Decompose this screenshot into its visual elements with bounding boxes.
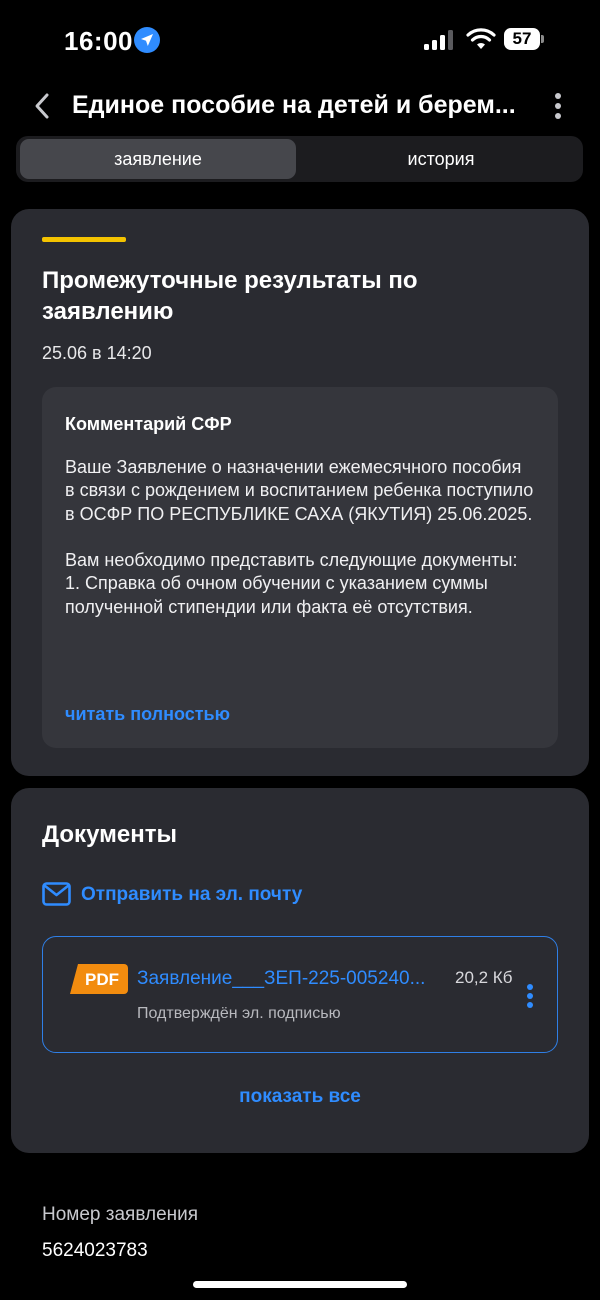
status-title: Промежуточные результаты по заявлению (42, 267, 418, 325)
show-all-link[interactable]: показать все (11, 1086, 589, 1108)
comment-text: Ваше Заявление о назначении ежемесячного… (65, 457, 534, 617)
status-time: 16:00 (64, 26, 133, 56)
status-date: 25.06 в 14:20 (42, 343, 152, 363)
send-email-link[interactable]: Отправить на эл. почту (81, 884, 302, 906)
tab-application[interactable]: заявление (20, 139, 296, 179)
application-number-label: Номер заявления (42, 1204, 199, 1225)
documents-title: Документы (42, 821, 177, 848)
document-file-card[interactable] (42, 936, 558, 1053)
tab-history[interactable]: история (303, 139, 579, 179)
page-title: Единое пособие на детей и берем... (72, 91, 516, 119)
pdf-file-icon: PDF (70, 964, 128, 994)
application-number-value: 5624023783 (42, 1240, 148, 1258)
mail-icon[interactable] (42, 882, 71, 906)
read-more-link[interactable]: читать полностью (65, 704, 230, 725)
battery-icon: 57 (504, 28, 544, 50)
file-name-link[interactable]: Заявление___ЗЕП-225-005240... (137, 968, 442, 990)
comment-title: Комментарий СФР (65, 414, 232, 434)
location-arrow-icon (134, 27, 160, 53)
wifi-icon (466, 28, 496, 49)
more-vertical-icon[interactable] (548, 92, 568, 120)
battery-level: 57 (504, 28, 540, 50)
file-more-icon[interactable] (525, 983, 535, 1009)
status-accent-bar (42, 237, 126, 242)
tab-bar: заявление история (16, 136, 583, 182)
home-indicator[interactable] (193, 1281, 407, 1288)
file-signature-status: Подтверждён эл. подписью (137, 1005, 341, 1022)
chevron-left-icon[interactable] (30, 92, 56, 120)
pdf-badge-label: PDF (85, 970, 119, 989)
file-size: 20,2 Кб (455, 968, 513, 987)
signal-icon (424, 30, 453, 50)
